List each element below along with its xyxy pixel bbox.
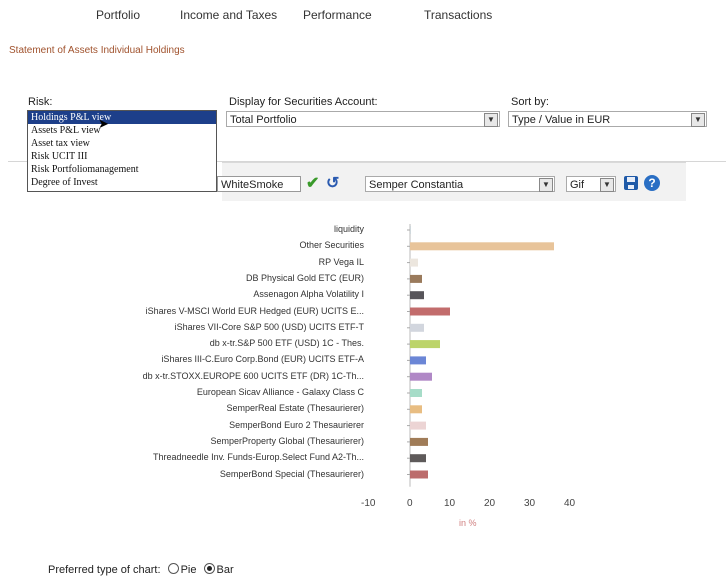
x-tick-label: -10	[361, 498, 376, 509]
x-tick-label: 20	[484, 498, 496, 509]
chart-type-preference: Preferred type of chart: Pie Bar	[48, 563, 234, 576]
pie-radio[interactable]	[167, 563, 179, 574]
x-tick-label: 0	[407, 498, 413, 509]
bar-radio[interactable]	[203, 563, 215, 574]
x-axis-label: in %	[459, 518, 477, 528]
x-tick-label: 10	[444, 498, 456, 509]
pie-radio-label: Pie	[180, 564, 197, 576]
bar-radio-label: Bar	[216, 564, 234, 576]
x-tick-label: 30	[524, 498, 536, 509]
chart-type-label: Preferred type of chart:	[48, 564, 161, 576]
x-axis-ticks: -10 0 10 20 30 40	[0, 0, 726, 578]
x-tick-label: 40	[564, 498, 576, 509]
